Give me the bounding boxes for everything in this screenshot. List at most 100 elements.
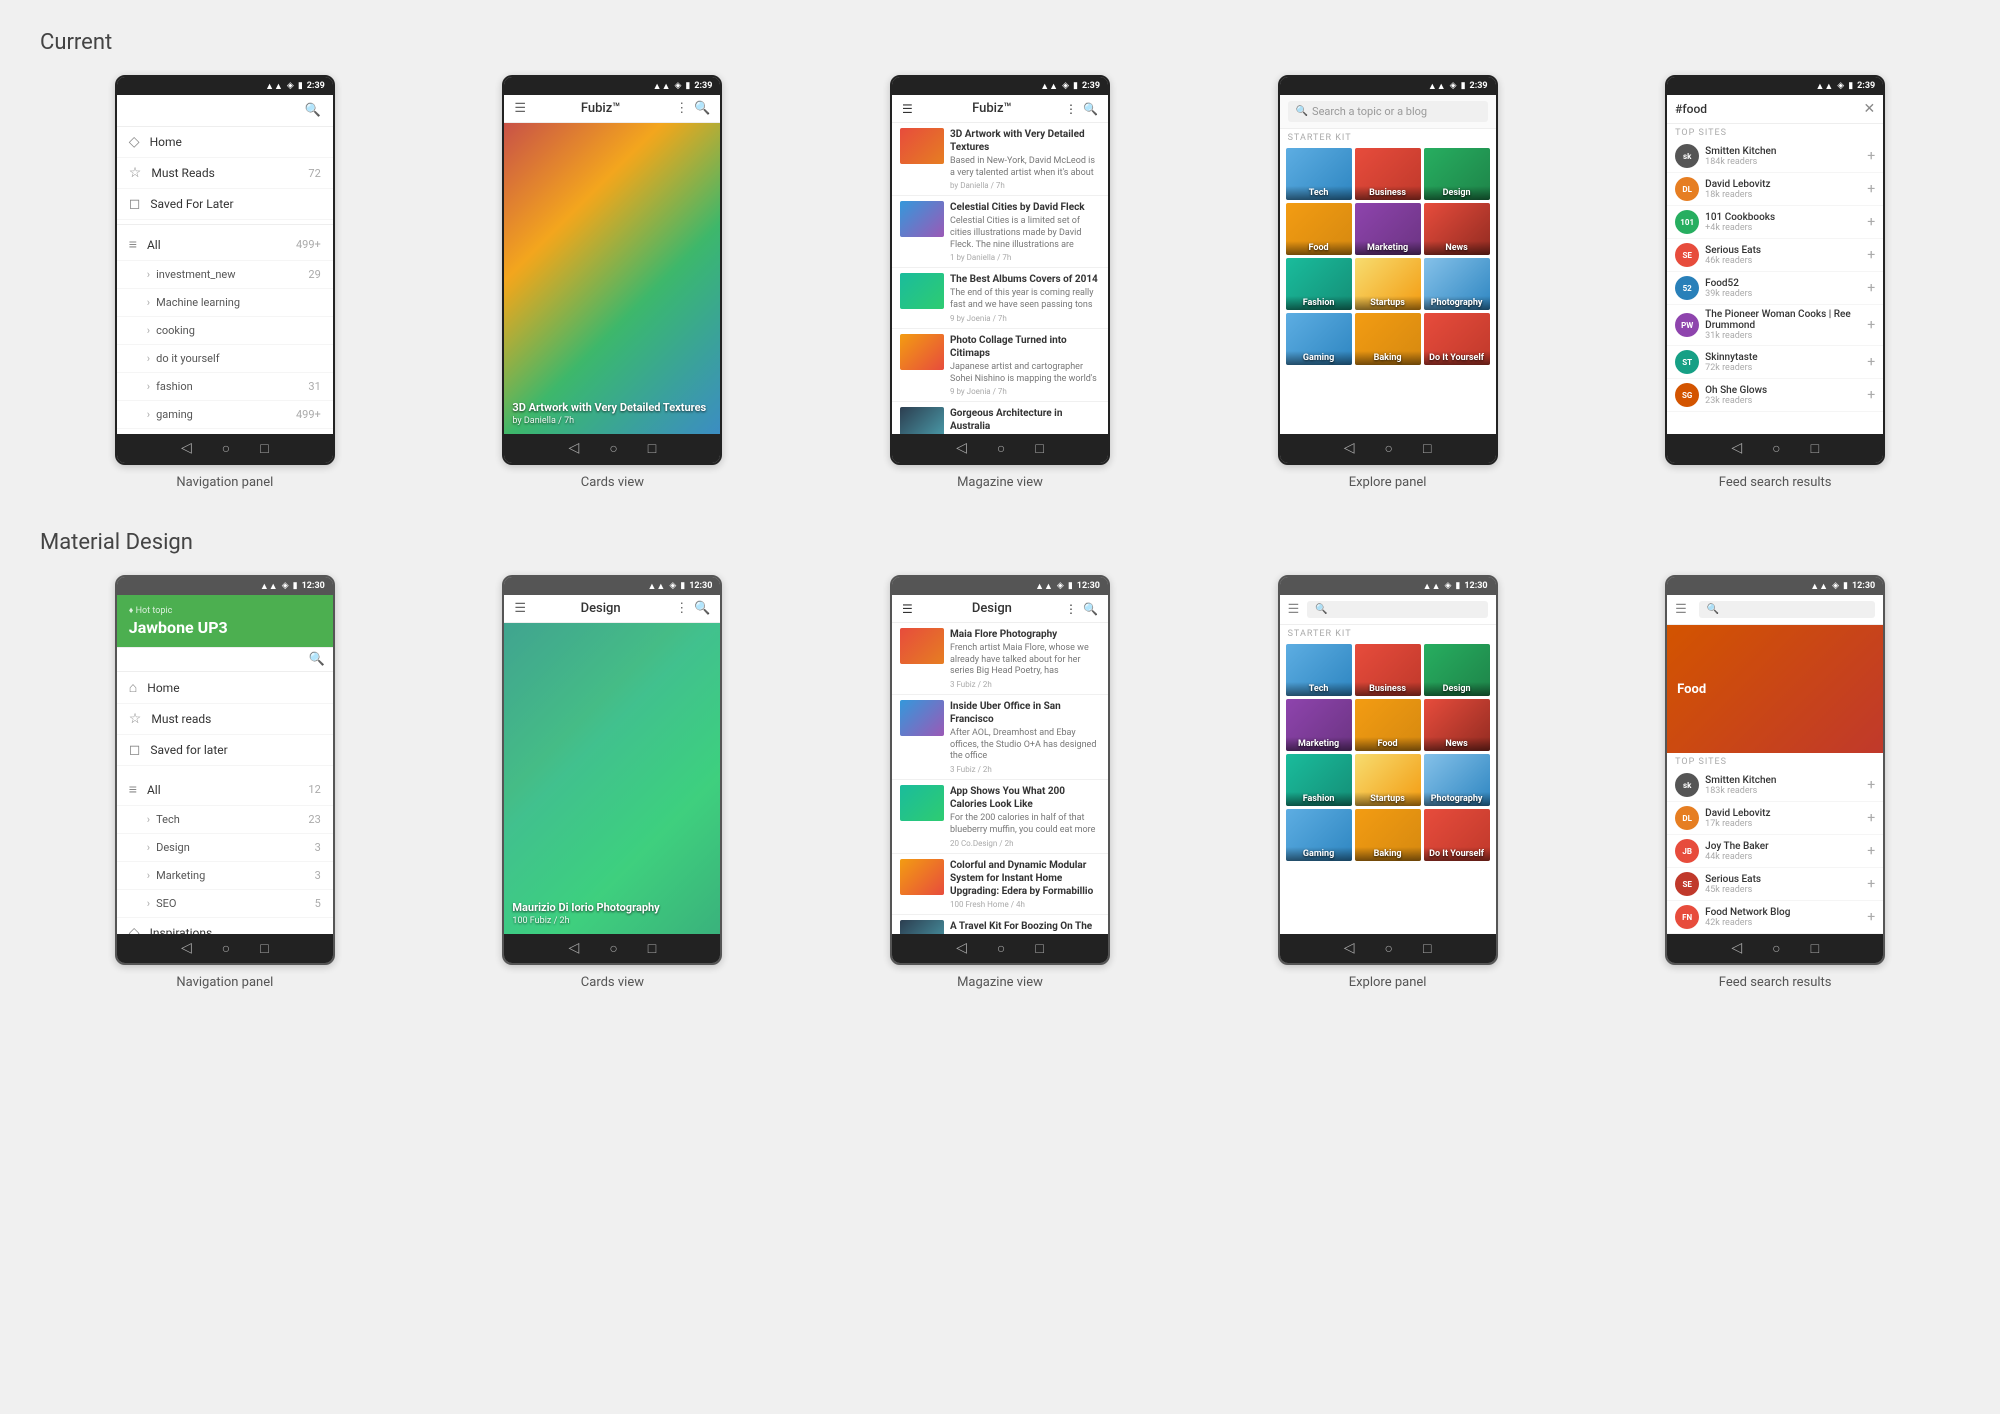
explore-category-cell[interactable]: Marketing: [1286, 699, 1352, 751]
recents-button[interactable]: □: [1811, 940, 1819, 957]
explore-category-cell[interactable]: Fashion: [1286, 258, 1352, 310]
nav-sub-item[interactable]: › gaming 499+: [117, 401, 333, 429]
home-button[interactable]: ○: [1385, 440, 1393, 457]
recents-button[interactable]: □: [1035, 940, 1043, 957]
menu-icon[interactable]: ☰: [1675, 602, 1687, 617]
search-icon[interactable]: 🔍: [305, 103, 321, 118]
explore-category-cell[interactable]: Fashion: [1286, 754, 1352, 806]
explore-category-cell[interactable]: Marketing: [1355, 203, 1421, 255]
explore-category-cell[interactable]: Baking: [1355, 809, 1421, 861]
nav-sub-item[interactable]: › do it yourself: [117, 345, 333, 373]
magazine-article[interactable]: App Shows You What 200 Calories Look Lik…: [892, 780, 1108, 853]
magazine-article[interactable]: The Best Albums Covers of 2014 The end o…: [892, 268, 1108, 328]
menu-icon[interactable]: ☰: [514, 601, 526, 616]
nav-item[interactable]: ◇ Home: [117, 127, 333, 158]
more-icon[interactable]: ⋮: [1065, 102, 1077, 116]
magazine-article[interactable]: Celestial Cities by David Fleck Celestia…: [892, 196, 1108, 268]
back-button[interactable]: ◁: [956, 940, 967, 957]
magazine-article[interactable]: Colorful and Dynamic Modular System for …: [892, 854, 1108, 915]
site-list-item[interactable]: SE Serious Eats 45k readers +: [1667, 868, 1883, 901]
explore-category-cell[interactable]: Design: [1424, 148, 1490, 200]
explore-category-cell[interactable]: Food: [1355, 699, 1421, 751]
recents-button[interactable]: □: [260, 940, 268, 957]
nav-sub-item[interactable]: ≡ All 499+: [117, 229, 333, 261]
site-list-item[interactable]: sk Smitten Kitchen 184k readers +: [1667, 140, 1883, 173]
search-icon[interactable]: 🔍: [1083, 102, 1098, 116]
explore-category-cell[interactable]: Do It Yourself: [1424, 313, 1490, 365]
back-button[interactable]: ◁: [569, 940, 580, 957]
search-icon[interactable]: 🔍: [309, 652, 325, 667]
add-icon[interactable]: +: [1867, 387, 1875, 403]
nav-item[interactable]: ⌂ Home: [117, 672, 333, 704]
explore-category-cell[interactable]: Photography: [1424, 754, 1490, 806]
nav-sub-item[interactable]: ≡ All 12: [117, 774, 333, 806]
site-list-item[interactable]: DL David Lebovitz 18k readers +: [1667, 173, 1883, 206]
add-icon[interactable]: +: [1867, 247, 1875, 263]
search-input-box[interactable]: 🔍: [1307, 601, 1487, 618]
search-input[interactable]: 🔍: [1699, 601, 1875, 618]
home-button[interactable]: ○: [222, 940, 230, 957]
magazine-article[interactable]: Maia Flore Photography French artist Mai…: [892, 623, 1108, 695]
home-button[interactable]: ○: [222, 440, 230, 457]
explore-category-cell[interactable]: Food: [1286, 203, 1352, 255]
nav-item[interactable]: ☆ Must reads: [117, 704, 333, 735]
site-list-item[interactable]: 101 101 Cookbooks +4k readers +: [1667, 206, 1883, 239]
magazine-article[interactable]: Inside Uber Office in San Francisco Afte…: [892, 695, 1108, 780]
search-input-box[interactable]: 🔍 Search a topic or a blog: [1288, 101, 1488, 122]
nav-item[interactable]: ◻ Saved for later: [117, 735, 333, 766]
explore-category-cell[interactable]: Tech: [1286, 148, 1352, 200]
site-list-item[interactable]: sk Smitten Kitchen 183k readers +: [1667, 769, 1883, 802]
nav-sub-item[interactable]: › fashion 31: [117, 373, 333, 401]
explore-category-cell[interactable]: Business: [1355, 148, 1421, 200]
nav-sub-item[interactable]: › investment_new 29: [117, 261, 333, 289]
back-button[interactable]: ◁: [1731, 940, 1742, 957]
back-button[interactable]: ◁: [956, 440, 967, 457]
home-button[interactable]: ○: [609, 440, 617, 457]
home-button[interactable]: ○: [1772, 440, 1780, 457]
nav-sub-item[interactable]: › Design 3: [117, 834, 333, 862]
back-button[interactable]: ◁: [569, 440, 580, 457]
explore-category-cell[interactable]: Startups: [1355, 258, 1421, 310]
add-icon[interactable]: +: [1867, 214, 1875, 230]
site-list-item[interactable]: SE Serious Eats 46k readers +: [1667, 239, 1883, 272]
back-button[interactable]: ◁: [1344, 440, 1355, 457]
nav-sub-item[interactable]: › cooking: [117, 317, 333, 345]
add-icon[interactable]: +: [1867, 148, 1875, 164]
add-icon[interactable]: +: [1867, 843, 1875, 859]
magazine-article[interactable]: 3D Artwork with Very Detailed Textures B…: [892, 123, 1108, 196]
add-icon[interactable]: +: [1867, 777, 1875, 793]
explore-category-cell[interactable]: Business: [1355, 644, 1421, 696]
add-icon[interactable]: +: [1867, 280, 1875, 296]
recents-button[interactable]: □: [1035, 440, 1043, 457]
site-list-item[interactable]: FN Food Network Blog 42k readers +: [1667, 901, 1883, 934]
menu-icon[interactable]: ☰: [1288, 602, 1300, 617]
back-button[interactable]: ◁: [181, 440, 192, 457]
explore-category-cell[interactable]: Photography: [1424, 258, 1490, 310]
add-icon[interactable]: +: [1867, 810, 1875, 826]
more-icon[interactable]: ⋮: [675, 101, 688, 116]
menu-icon[interactable]: ☰: [514, 101, 526, 116]
add-icon[interactable]: +: [1867, 317, 1875, 333]
site-list-item[interactable]: PW The Pioneer Woman Cooks | Ree Drummon…: [1667, 305, 1883, 346]
recents-button[interactable]: □: [1423, 440, 1431, 457]
back-button[interactable]: ◁: [181, 940, 192, 957]
back-button[interactable]: ◁: [1344, 940, 1355, 957]
nav-sub-item[interactable]: › SEO 5: [117, 890, 333, 918]
explore-category-cell[interactable]: Tech: [1286, 644, 1352, 696]
explore-category-cell[interactable]: Gaming: [1286, 809, 1352, 861]
explore-category-cell[interactable]: News: [1424, 203, 1490, 255]
nav-sub-item[interactable]: › Tech 23: [117, 806, 333, 834]
recents-button[interactable]: □: [648, 440, 656, 457]
back-button[interactable]: ◁: [1731, 440, 1742, 457]
nav-sub-item[interactable]: › Marketing 3: [117, 862, 333, 890]
site-list-item[interactable]: DL David Lebovitz 17k readers +: [1667, 802, 1883, 835]
add-icon[interactable]: +: [1867, 354, 1875, 370]
nav-item[interactable]: ☆ Must Reads 72: [117, 158, 333, 189]
add-icon[interactable]: +: [1867, 876, 1875, 892]
explore-category-cell[interactable]: Do It Yourself: [1424, 809, 1490, 861]
magazine-article[interactable]: Gorgeous Architecture in Australia Here …: [892, 402, 1108, 434]
site-list-item[interactable]: SG Oh She Glows 23k readers +: [1667, 379, 1883, 412]
home-button[interactable]: ○: [1385, 940, 1393, 957]
site-list-item[interactable]: ST Skinnytaste 72k readers +: [1667, 346, 1883, 379]
recents-button[interactable]: □: [648, 940, 656, 957]
